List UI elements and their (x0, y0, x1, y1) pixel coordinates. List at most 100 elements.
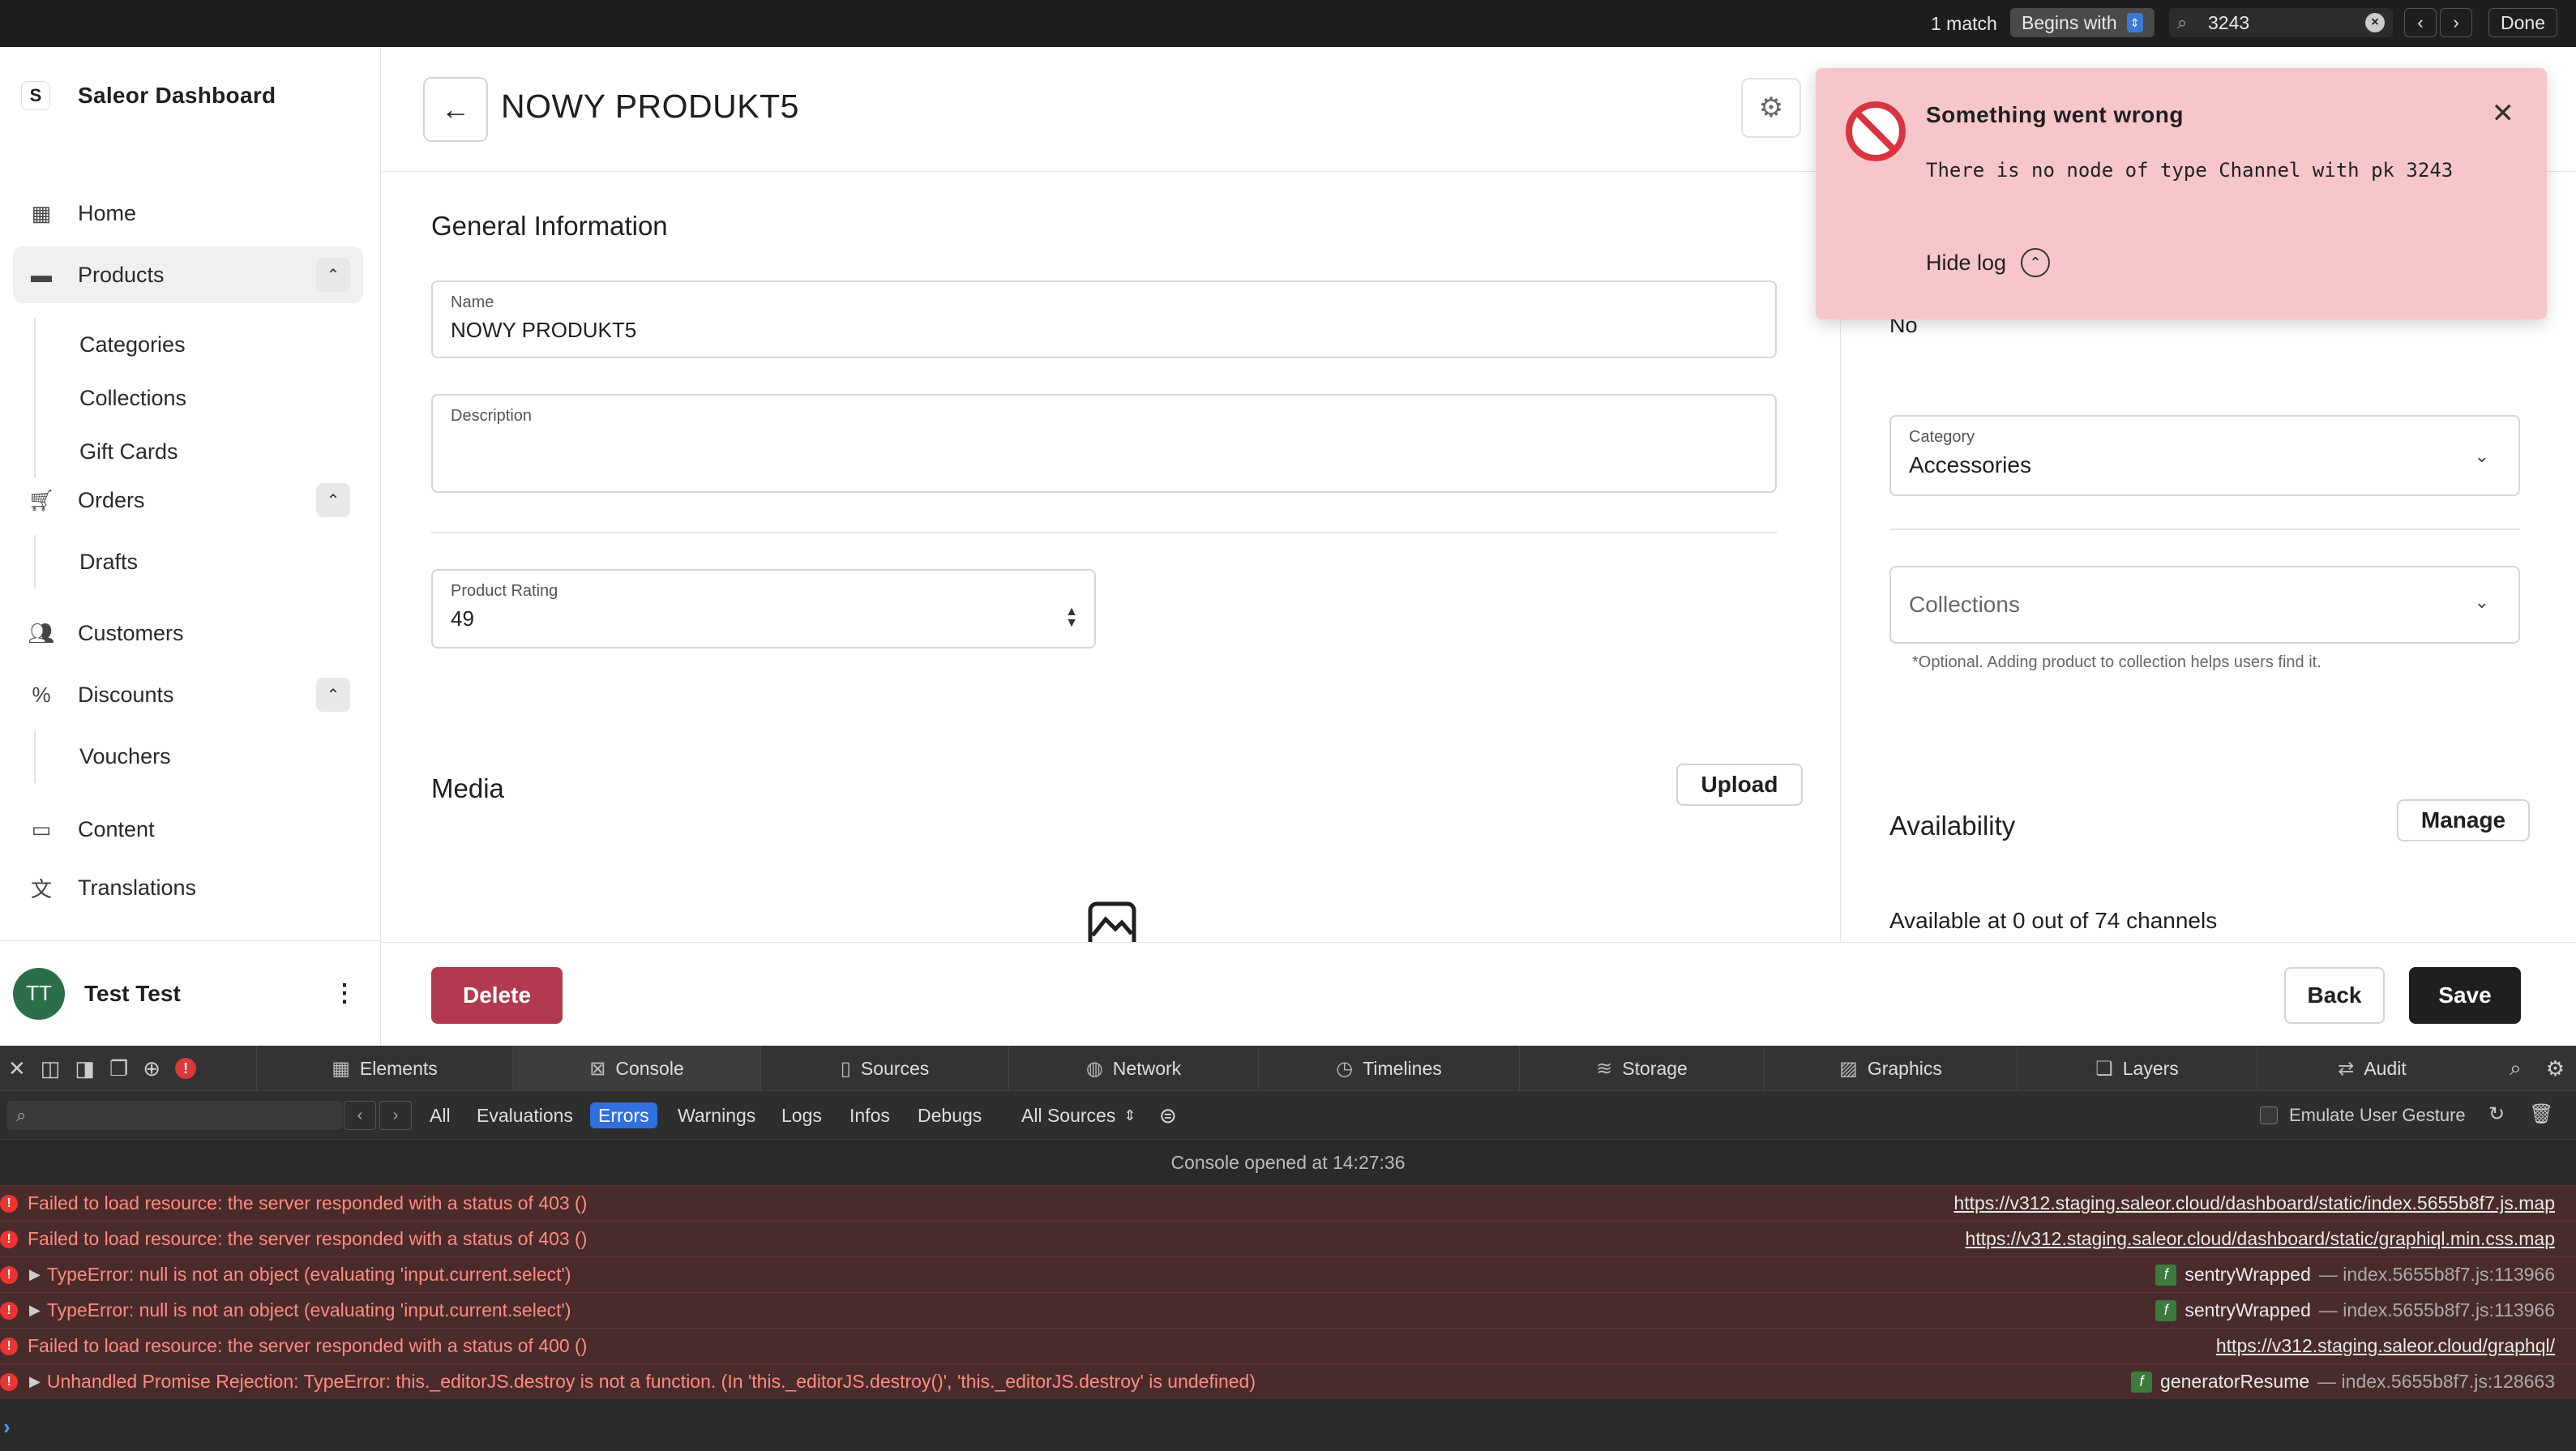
clear-icon[interactable]: × (2365, 13, 2385, 32)
sidebar-item-drafts[interactable]: Drafts (36, 535, 138, 589)
console-filter-input[interactable]: ⌕ (6, 1101, 342, 1130)
product-rating-input[interactable]: Product Rating 49 ▲ ▼ (431, 569, 1096, 648)
disclosure-triangle-icon[interactable]: ▶ (29, 1302, 41, 1319)
stepper-icon[interactable]: ▲ ▼ (1065, 606, 1078, 630)
sidebar-item-label: Products (78, 262, 165, 287)
back-button[interactable]: Back (2284, 967, 2385, 1024)
sidebar-item-gift-cards[interactable]: Gift Cards (36, 425, 186, 478)
console-prompt-input[interactable]: › (3, 1415, 11, 1440)
chevron-up-icon[interactable]: ⌃ (316, 258, 350, 292)
console-error-row[interactable]: ! Failed to load resource: the server re… (0, 1185, 2576, 1221)
find-next-button[interactable]: › (2440, 8, 2472, 37)
divider (431, 532, 1777, 533)
save-button[interactable]: Save (2409, 967, 2521, 1024)
trash-icon[interactable]: 🗑︎ (2529, 1102, 2553, 1126)
find-query: 3243 (2208, 11, 2250, 33)
function-name: sentryWrapped (2184, 1299, 2311, 1320)
all-sources-select[interactable]: All Sources ⇕ (1013, 1102, 1144, 1128)
cart-icon: 🛒︎ (28, 487, 55, 512)
gear-icon[interactable]: ⚙ (2546, 1056, 2565, 1081)
tab-storage[interactable]: ≋ Storage (1519, 1046, 1764, 1091)
sidebar-item-orders[interactable]: 🛒︎ Orders ⌃ (13, 472, 363, 529)
user-menu[interactable]: TT Test Test ⋮ (0, 940, 381, 1046)
emulate-user-gesture-toggle[interactable]: Emulate User Gesture (2260, 1102, 2466, 1128)
close-inspector-icon[interactable]: ✕ (8, 1056, 26, 1081)
tab-timelines[interactable]: ◷ Timelines (1258, 1046, 1519, 1091)
tab-layers[interactable]: ❏ Layers (2017, 1046, 2257, 1091)
level-infos[interactable]: Infos (841, 1102, 898, 1128)
source-link[interactable]: https://v312.staging.saleor.cloud/graphq… (2216, 1335, 2555, 1357)
collections-hint: *Optional. Adding product to collection … (1912, 653, 2321, 671)
tab-network[interactable]: ◍ Network (1008, 1046, 1258, 1091)
availability-title: Availability (1889, 811, 2016, 841)
checkbox[interactable] (2260, 1106, 2278, 1124)
level-warnings[interactable]: Warnings (670, 1102, 764, 1128)
find-mode-select[interactable]: Begins with ⇕ (2010, 8, 2155, 37)
settings-button[interactable]: ⚙ (1741, 78, 1801, 138)
source-location[interactable]: f sentryWrapped — index.5655b8f7.js:1139… (2155, 1264, 2555, 1286)
source-link[interactable]: https://v312.staging.saleor.cloud/dashbo… (1966, 1228, 2555, 1250)
sidebar-item-home[interactable]: ▦ Home (13, 185, 363, 242)
chevron-down-icon: ⌄ (2474, 446, 2489, 466)
error-badge-icon[interactable]: ! (175, 1058, 197, 1079)
filter-options-icon[interactable]: ⊜ (1151, 1102, 1185, 1128)
product-rating-label: Product Rating (451, 582, 558, 600)
manage-button[interactable]: Manage (2397, 799, 2530, 841)
source-link[interactable]: https://v312.staging.saleor.cloud/dashbo… (1953, 1192, 2555, 1214)
find-search-input[interactable]: ⌕ 3243 × (2169, 8, 2393, 37)
source-location[interactable]: f generatorResume — index.5655b8f7.js:12… (2131, 1371, 2555, 1393)
chevron-up-icon[interactable]: ⌃ (316, 678, 350, 712)
sidebar-item-vouchers[interactable]: Vouchers (36, 730, 171, 783)
find-done-button[interactable]: Done (2488, 8, 2557, 37)
search-icon[interactable]: ⌕ (2510, 1055, 2522, 1081)
tab-console[interactable]: ⊠ Console (512, 1046, 760, 1091)
level-all[interactable]: All (421, 1102, 459, 1128)
console-error-row[interactable]: ! Failed to load resource: the server re… (0, 1328, 2576, 1363)
close-icon[interactable]: ✕ (2492, 97, 2515, 130)
level-debugs[interactable]: Debugs (909, 1102, 990, 1128)
description-field[interactable]: Description (431, 394, 1777, 493)
chevron-up-icon[interactable]: ⌃ (316, 483, 350, 517)
level-evaluations[interactable]: Evaluations (469, 1102, 581, 1128)
dock-right-icon[interactable]: ◨ (75, 1056, 95, 1081)
brand[interactable]: S Saleor Dashboard (21, 81, 276, 110)
sidebar-item-products[interactable]: ▬ Products ⌃ (13, 246, 363, 303)
filter-previous-button[interactable]: ‹ (344, 1101, 376, 1130)
level-logs[interactable]: Logs (773, 1102, 830, 1128)
sidebar-item-categories[interactable]: Categories (36, 318, 186, 371)
tab-audit[interactable]: ⇄ Audit (2257, 1046, 2487, 1091)
level-errors[interactable]: Errors (590, 1102, 657, 1128)
tab-sources[interactable]: ▯ Sources (760, 1046, 1008, 1091)
disclosure-triangle-icon[interactable]: ▶ (29, 1373, 41, 1390)
console-error-row[interactable]: ! ▶ Unhandled Promise Rejection: TypeErr… (0, 1363, 2576, 1399)
reload-icon[interactable]: ↻ (2488, 1102, 2505, 1126)
sidebar-item-content[interactable]: ▭ Content (13, 801, 363, 858)
sidebar-item-discounts[interactable]: % Discounts ⌃ (13, 666, 363, 723)
filter-next-button[interactable]: › (379, 1101, 412, 1130)
avatar: TT (13, 967, 65, 1020)
back-arrow-button[interactable]: ← (423, 77, 488, 142)
sidebar-item-collections[interactable]: Collections (36, 371, 186, 425)
tab-elements[interactable]: ▦ Elements (256, 1046, 512, 1091)
upload-button[interactable]: Upload (1676, 764, 1803, 806)
disclosure-triangle-icon[interactable]: ▶ (29, 1266, 41, 1283)
source-location[interactable]: f sentryWrapped — index.5655b8f7.js:1139… (2155, 1299, 2555, 1321)
tab-graphics[interactable]: ▨ Graphics (1764, 1046, 2017, 1091)
sidebar-item-translations[interactable]: 文 Translations (13, 859, 363, 916)
dock-bottom-icon[interactable]: ◫ (41, 1056, 61, 1081)
console-error-row[interactable]: ! Failed to load resource: the server re… (0, 1221, 2576, 1256)
console-error-row[interactable]: ! ▶ TypeError: null is not an object (ev… (0, 1292, 2576, 1328)
find-previous-button[interactable]: ‹ (2404, 8, 2437, 37)
category-select[interactable]: Category Accessories ⌄ (1889, 415, 2520, 496)
delete-button[interactable]: Delete (431, 967, 563, 1024)
hide-log-button[interactable]: Hide log ⌃ (1926, 248, 2051, 277)
collections-placeholder: Collections (1909, 592, 2020, 617)
console-error-row[interactable]: ! ▶ TypeError: null is not an object (ev… (0, 1256, 2576, 1292)
search-icon: ⌕ (2177, 12, 2188, 32)
detach-window-icon[interactable]: ❐ (109, 1056, 128, 1081)
sidebar-item-customers[interactable]: 👥︎ Customers (13, 605, 363, 661)
element-picker-icon[interactable]: ⊕ (143, 1056, 160, 1081)
name-field[interactable]: Name NOWY PRODUKT5 (431, 280, 1777, 358)
collections-select[interactable]: Collections ⌄ (1889, 566, 2520, 644)
more-vertical-icon[interactable]: ⋮ (332, 979, 357, 1008)
